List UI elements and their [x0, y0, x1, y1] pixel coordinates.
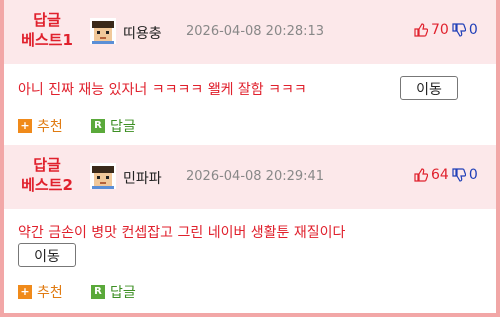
avatar[interactable] [90, 18, 116, 44]
downvote-count: 0 [468, 167, 478, 183]
comment-text: 아니 진짜 재능 있자너 ㅋㅋㅋㅋ 왤케 잘함 ㅋㅋㅋ [18, 82, 307, 98]
author-name[interactable]: 띠용충 [123, 23, 162, 43]
best-badge-line1: 답글 [33, 11, 61, 29]
reply-label: 답글 [110, 285, 136, 301]
vote-box: 70 0 [414, 22, 478, 38]
recommend-label: 추천 [37, 119, 63, 135]
comment-date: 2026-04-08 20:28:13 [186, 24, 325, 39]
avatar[interactable] [90, 163, 116, 189]
comment-header: 답글 베스트1 띠용충 2026-04-08 20:28:13 70 0 [4, 0, 496, 64]
thumbs-up-icon[interactable] [414, 168, 428, 182]
thumbs-up-icon[interactable] [414, 23, 428, 37]
reply-button[interactable]: R 답글 [91, 282, 136, 302]
upvote-count: 64 [431, 167, 449, 183]
reply-icon: R [91, 119, 105, 133]
reply-button[interactable]: R 답글 [91, 116, 136, 136]
downvote-count: 0 [468, 22, 478, 38]
best-badge-line2: 베스트2 [21, 176, 73, 194]
move-button[interactable]: 이동 [400, 76, 458, 100]
best-badge-line1: 답글 [33, 156, 61, 174]
comment-list: 답글 베스트1 띠용충 2026-04-08 20:28:13 70 0 아니 … [4, 0, 496, 313]
thumbs-down-icon[interactable] [452, 168, 466, 182]
vote-box: 64 0 [414, 167, 478, 183]
recommend-button[interactable]: + 추천 [18, 282, 63, 302]
best-badge: 답글 베스트2 [4, 155, 90, 195]
reply-label: 답글 [110, 119, 136, 135]
best-badge: 답글 베스트1 [4, 10, 90, 50]
author-name[interactable]: 민파파 [123, 168, 162, 188]
comment-date: 2026-04-08 20:29:41 [186, 169, 325, 184]
recommend-button[interactable]: + 추천 [18, 116, 63, 136]
recommend-label: 추천 [37, 285, 63, 301]
comment-text: 약간 금손이 병맛 컨셉잡고 그린 네이버 생활툰 재질이다 [18, 225, 346, 241]
best-badge-line2: 베스트1 [21, 31, 73, 49]
thumbs-down-icon[interactable] [452, 23, 466, 37]
plus-icon: + [18, 285, 32, 299]
move-button[interactable]: 이동 [18, 243, 76, 267]
upvote-count: 70 [431, 22, 449, 38]
plus-icon: + [18, 119, 32, 133]
reply-icon: R [91, 285, 105, 299]
comment-header: 답글 베스트2 민파파 2026-04-08 20:29:41 64 0 [4, 145, 496, 209]
